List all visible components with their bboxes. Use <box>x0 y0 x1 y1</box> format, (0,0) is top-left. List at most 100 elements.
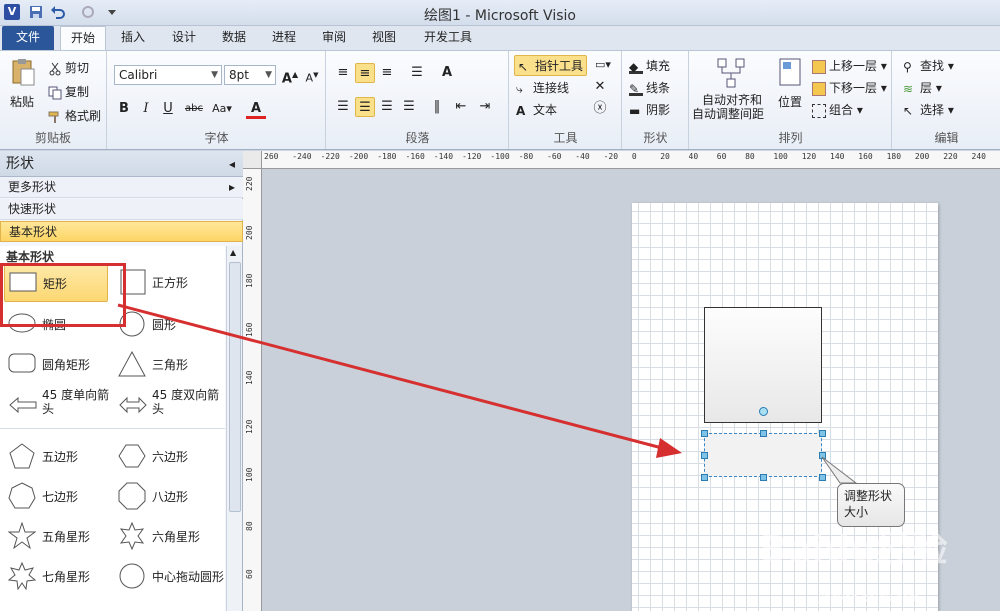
basic-shapes-item[interactable]: 基本形状 <box>0 221 243 242</box>
strikethrough-icon[interactable]: abc <box>182 99 206 119</box>
ruler-tick-label: 80 <box>245 520 254 531</box>
align-right-icon[interactable]: ☰ <box>377 97 397 117</box>
select-button[interactable]: ↖ 选择 ▾ <box>903 101 954 118</box>
close-icon[interactable]: ✕ <box>590 77 610 97</box>
line-label: 线条 <box>646 81 671 95</box>
group-icon <box>812 103 826 118</box>
tab-process[interactable]: 进程 <box>270 26 298 50</box>
font-family-combo[interactable]: Calibri ▼ <box>114 65 222 85</box>
tab-developer[interactable]: 开发工具 <box>420 26 476 50</box>
rectangle-tool-icon[interactable]: ▭▾ <box>590 55 616 75</box>
master-triangle[interactable]: 三角形 <box>114 346 222 384</box>
font-size-combo[interactable]: 8pt ▼ <box>224 65 276 85</box>
italic-icon[interactable]: I <box>136 99 156 119</box>
pointer-tool-button[interactable]: ↖ 指针工具 <box>514 55 588 76</box>
increase-indent-icon[interactable]: ⇥ <box>475 97 495 117</box>
ruler-tick-label: 180 <box>886 152 902 161</box>
tab-view[interactable]: 视图 <box>370 26 398 50</box>
master-rounded-rectangle[interactable]: 圆角矩形 <box>4 346 108 384</box>
tools-group-label: 工具 <box>553 131 578 145</box>
master-7-point-star[interactable]: 七角星形 <box>4 558 108 596</box>
master-45-single-arrow[interactable]: 45 度单向箭头 <box>4 384 109 424</box>
rounded-rectangle-icon <box>8 353 36 373</box>
tab-data[interactable]: 数据 <box>220 26 248 50</box>
stencil-scrollbar[interactable]: ▲ <box>226 246 242 611</box>
master-hexagon[interactable]: 六边形 <box>114 438 222 476</box>
font-color-icon[interactable]: A <box>246 99 266 119</box>
resize-handle[interactable] <box>701 430 708 437</box>
fill-button[interactable]: ◆ 填充 <box>629 57 670 74</box>
align-center-icon[interactable]: ☰ <box>355 97 375 117</box>
underline-icon[interactable]: U <box>158 99 178 119</box>
layer-button[interactable]: ≋ 层 ▾ <box>903 79 942 96</box>
master-45-double-arrow[interactable]: 45 度双向箭头 <box>114 384 222 424</box>
double-arrow-icon <box>119 396 147 414</box>
find-button[interactable]: ⚲ 查找 ▾ <box>903 57 954 74</box>
line-button[interactable]: ✎ 线条 <box>629 79 670 96</box>
master-label: 45 度双向箭头 <box>152 388 220 416</box>
quick-shapes-item[interactable]: 快速形状 <box>0 199 243 220</box>
master-octagon[interactable]: 八边形 <box>114 478 222 516</box>
tab-insert[interactable]: 插入 <box>118 26 148 50</box>
shadow-button[interactable]: ▬ 阴影 <box>629 101 670 118</box>
tab-home[interactable]: 开始 <box>60 26 106 50</box>
collapse-icon[interactable]: ◂ <box>229 151 235 177</box>
bring-forward-button[interactable]: 上移一层 ▾ <box>812 57 887 74</box>
resize-handle[interactable] <box>760 474 767 481</box>
connection-point-icon[interactable]: ⓧ <box>590 99 610 119</box>
ruler-tick-label: -200 <box>348 152 369 161</box>
master-heptagon[interactable]: 七边形 <box>4 478 108 516</box>
paste-icon[interactable] <box>10 57 36 87</box>
grow-font-icon[interactable]: A▲ <box>280 65 300 86</box>
master-5-point-star[interactable]: 五角星形 <box>4 518 108 556</box>
copy-button[interactable]: 复制 <box>48 83 89 100</box>
paste-button[interactable]: 粘贴 <box>10 93 34 110</box>
decrease-indent-icon[interactable]: ⇤ <box>451 97 471 117</box>
master-label: 七角星形 <box>42 570 91 584</box>
scroll-thumb[interactable] <box>229 262 241 512</box>
change-case-icon[interactable]: Aa▾ <box>208 99 236 119</box>
align-left-icon[interactable]: ☰ <box>333 97 353 117</box>
text-tool-button[interactable]: A 文本 <box>516 101 557 118</box>
align-top-icon[interactable]: ≡ <box>333 63 353 83</box>
auto-align-button[interactable]: 自动对齐和 自动调整间距 <box>692 93 764 121</box>
scroll-up-icon[interactable]: ▲ <box>230 248 236 257</box>
tab-file[interactable]: 文件 <box>2 26 54 50</box>
tab-review[interactable]: 审阅 <box>320 26 348 50</box>
master-6-point-star[interactable]: 六角星形 <box>114 518 222 556</box>
master-square[interactable]: 正方形 <box>114 264 222 302</box>
master-center-drag-circle[interactable]: 中心拖动圆形 <box>114 558 224 596</box>
align-bottom-icon[interactable]: ≡ <box>377 63 397 83</box>
bullets-icon[interactable]: ☰ <box>407 63 427 83</box>
rectangle-shape[interactable] <box>704 307 822 423</box>
connector-button[interactable]: ⤷ 连接线 <box>516 79 569 96</box>
arrange-group: 自动对齐和 自动调整间距 位置 上移一层 ▾ 下移一层 ▾ 组合 ▾ 排列 <box>690 51 892 149</box>
resize-handle[interactable] <box>701 474 708 481</box>
highlight-box <box>0 263 126 327</box>
more-shapes-label: 更多形状 <box>8 180 57 194</box>
octagon-icon <box>118 482 146 510</box>
cut-button[interactable]: 剪切 <box>48 59 89 76</box>
group-button[interactable]: 组合 ▾ <box>812 101 863 118</box>
master-circle[interactable]: 圆形 <box>114 306 222 344</box>
resize-handle[interactable] <box>701 452 708 459</box>
rotation-handle[interactable] <box>759 407 768 416</box>
text-block-icon[interactable]: A <box>437 63 457 83</box>
position-icon[interactable] <box>778 57 802 87</box>
send-backward-button[interactable]: 下移一层 ▾ <box>812 79 887 96</box>
tab-design[interactable]: 设计 <box>170 26 198 50</box>
master-pentagon[interactable]: 五边形 <box>4 438 108 476</box>
position-button[interactable]: 位置 <box>778 93 802 110</box>
format-painter-label: 格式刷 <box>65 109 102 123</box>
shrink-font-icon[interactable]: A▼ <box>302 65 322 85</box>
selected-rectangle-shape[interactable] <box>704 433 822 477</box>
auto-align-icon[interactable] <box>716 57 746 89</box>
more-shapes-item[interactable]: 更多形状 ▸ <box>0 177 243 198</box>
text-direction-icon[interactable]: ‖ <box>427 97 447 117</box>
justify-icon[interactable]: ☰ <box>399 97 419 117</box>
format-painter-button[interactable]: 格式刷 <box>48 107 101 124</box>
bold-icon[interactable]: B <box>114 99 134 119</box>
align-middle-icon[interactable]: ≡ <box>355 63 375 83</box>
resize-handle[interactable] <box>819 430 826 437</box>
resize-handle[interactable] <box>760 430 767 437</box>
